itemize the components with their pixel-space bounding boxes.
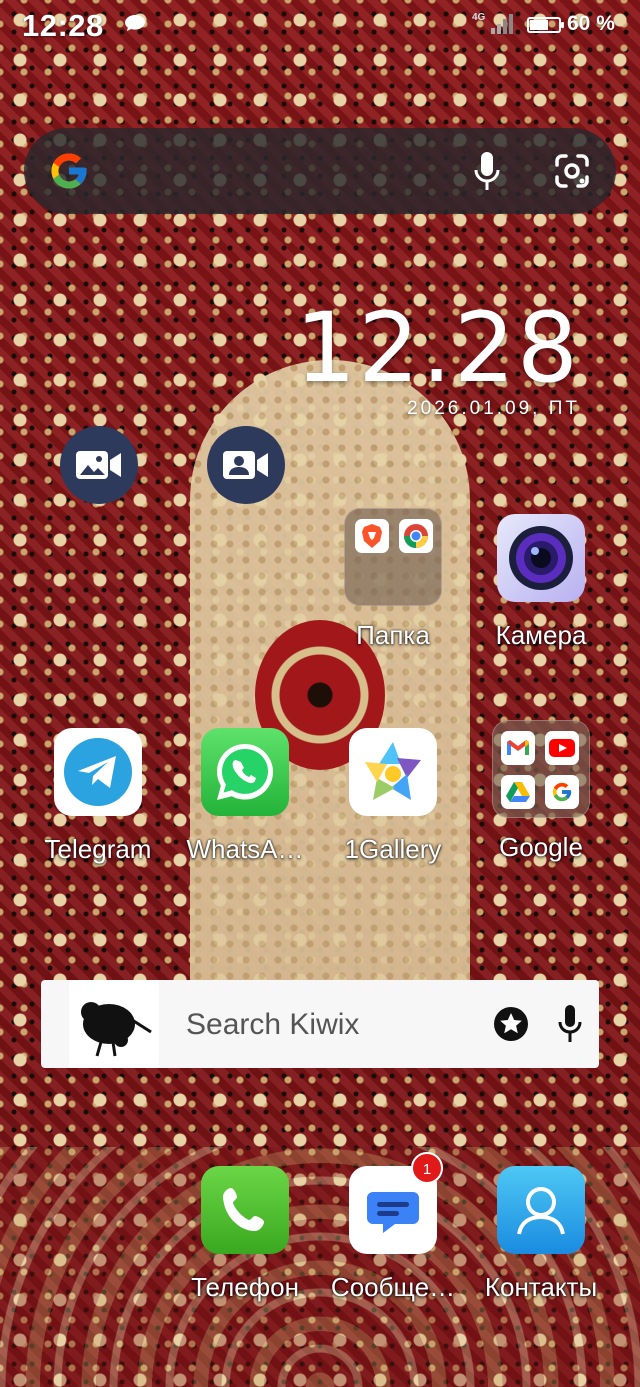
whatsapp-icon (201, 728, 289, 816)
app-telegram[interactable]: Telegram (23, 728, 173, 865)
app-label: Камера (495, 620, 587, 650)
clock-widget[interactable]: 12.28 2026.01.09, ПТ (295, 298, 580, 420)
folder-icon (344, 508, 442, 606)
drive-icon (501, 775, 535, 809)
app-label: Google (499, 832, 583, 862)
youtube-icon (545, 731, 579, 765)
chat-notification-icon (125, 15, 145, 31)
app-contacts[interactable]: Контакты (466, 1166, 616, 1303)
brave-icon (355, 519, 389, 553)
chrome-icon (399, 519, 433, 553)
app-label: 1Gallery (344, 834, 442, 864)
battery-icon (527, 17, 564, 33)
kiwix-logo[interactable] (69, 980, 159, 1068)
folder-icon (492, 720, 590, 818)
kiwix-logo-icon (81, 1002, 152, 1057)
kiwix-search-widget[interactable]: Search Kiwix (41, 980, 599, 1068)
google-logo-icon (51, 153, 87, 189)
app-label: Telegram (44, 834, 152, 864)
contacts-icon (497, 1166, 585, 1254)
mic-icon[interactable] (557, 1004, 583, 1044)
video-gallery-shortcut[interactable] (60, 426, 138, 504)
video-image-icon (76, 451, 121, 479)
gallery-icon (349, 728, 437, 816)
camera-icon (497, 514, 585, 602)
gmail-icon (501, 731, 535, 765)
star-icon[interactable] (493, 1006, 529, 1042)
telegram-icon (54, 728, 142, 816)
network-type: 4G (472, 12, 486, 23)
app-label: Контакты (484, 1272, 598, 1302)
folder-papka[interactable]: Папка (318, 508, 468, 651)
app-label: Сообще… (330, 1272, 456, 1302)
app-label: Телефон (191, 1272, 299, 1302)
phone-icon (201, 1166, 289, 1254)
google-search-bar[interactable] (24, 128, 616, 214)
app-phone[interactable]: Телефон (170, 1166, 320, 1303)
folder-google[interactable]: Google (466, 720, 616, 863)
app-camera[interactable]: Камера (466, 514, 616, 651)
app-label: WhatsA… (186, 834, 304, 864)
status-time: 12:28 (22, 8, 104, 43)
video-contact-shortcut[interactable] (207, 426, 285, 504)
voice-search-icon[interactable] (472, 150, 502, 192)
status-bar: 12:28 4G 60 % (0, 0, 640, 52)
app-whatsapp[interactable]: WhatsA… (170, 728, 320, 865)
google-lens-icon[interactable] (554, 153, 590, 189)
app-messages[interactable]: 1 Сообще… (318, 1152, 468, 1303)
app-label: Папка (356, 620, 430, 650)
video-contact-icon (223, 451, 268, 479)
app-1gallery[interactable]: 1Gallery (318, 728, 468, 865)
kiwix-search-input[interactable]: Search Kiwix (186, 1008, 359, 1042)
signal-icon (491, 14, 513, 34)
google-icon (545, 775, 579, 809)
battery-level: 60 % (567, 12, 615, 35)
clock-time: 12.28 (295, 292, 580, 404)
notification-badge: 1 (411, 1152, 443, 1184)
